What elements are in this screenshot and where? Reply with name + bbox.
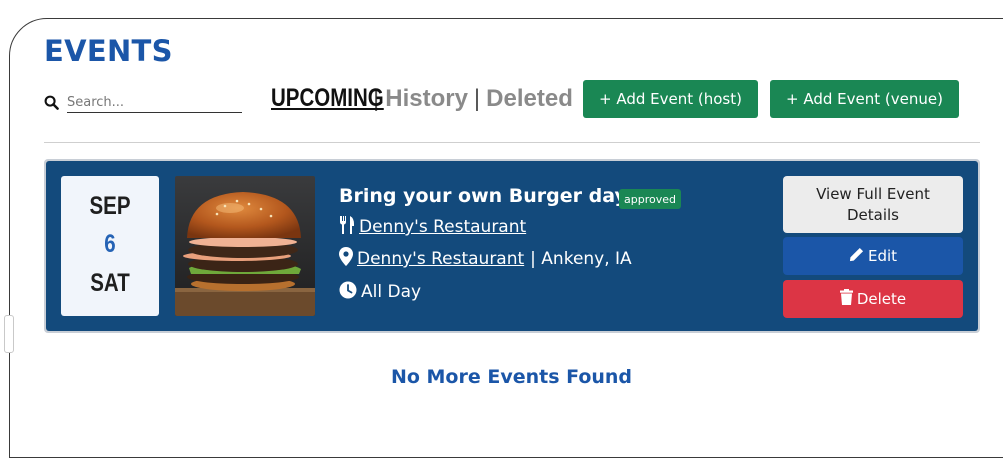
event-card: SEP 6 SAT Bring your own Burger day appr… [44,159,980,333]
clock-icon [339,281,361,304]
search-input[interactable] [67,92,242,113]
tab-separator: | [473,85,481,112]
event-month: SEP [89,192,131,220]
utensils-icon [339,215,359,240]
no-more-events-message: No More Events Found [390,366,633,388]
event-time-line: All Day [339,280,421,304]
map-marker-icon [339,247,357,271]
edit-label: Edit [867,247,898,265]
status-badge: approved [619,189,681,209]
edit-button[interactable]: Edit [783,237,963,275]
delete-button[interactable]: Delete [783,280,963,318]
event-tabs: UPCOMING | History | Deleted [271,84,573,118]
event-weekday: SAT [90,269,130,297]
pencil-icon [849,247,868,266]
view-details-label: View Full Event Details [816,184,930,224]
search-box [44,90,244,114]
view-full-event-details-button[interactable]: View Full Event Details [783,176,963,233]
tab-history[interactable]: History [385,85,468,113]
add-event-host-button[interactable]: + Add Event (host) [583,80,758,118]
venue-link[interactable]: Denny's Restaurant [357,249,524,269]
search-icon [44,95,60,111]
event-image [175,176,315,316]
event-time: All Day [361,282,422,302]
event-venue-line: Denny's Restaurant | Ankeny, IA [339,247,632,271]
divider [44,142,980,143]
event-day: 6 [104,230,116,258]
tab-deleted[interactable]: Deleted [486,85,573,113]
event-host-line: Denny's Restaurant [339,215,526,239]
add-event-venue-button[interactable]: + Add Event (venue) [770,80,959,118]
event-date-box: SEP 6 SAT [61,176,159,316]
event-card-body: SEP 6 SAT Bring your own Burger day appr… [46,161,978,331]
event-title[interactable]: Bring your own Burger day [339,185,627,207]
tab-upcoming[interactable]: UPCOMING [271,84,384,113]
trash-icon [839,289,857,309]
side-handle[interactable] [4,315,14,353]
delete-label: Delete [856,290,907,308]
event-location: | Ankeny, IA [530,249,632,269]
page-title: EVENTS [44,34,173,68]
host-link[interactable]: Denny's Restaurant [359,217,526,237]
